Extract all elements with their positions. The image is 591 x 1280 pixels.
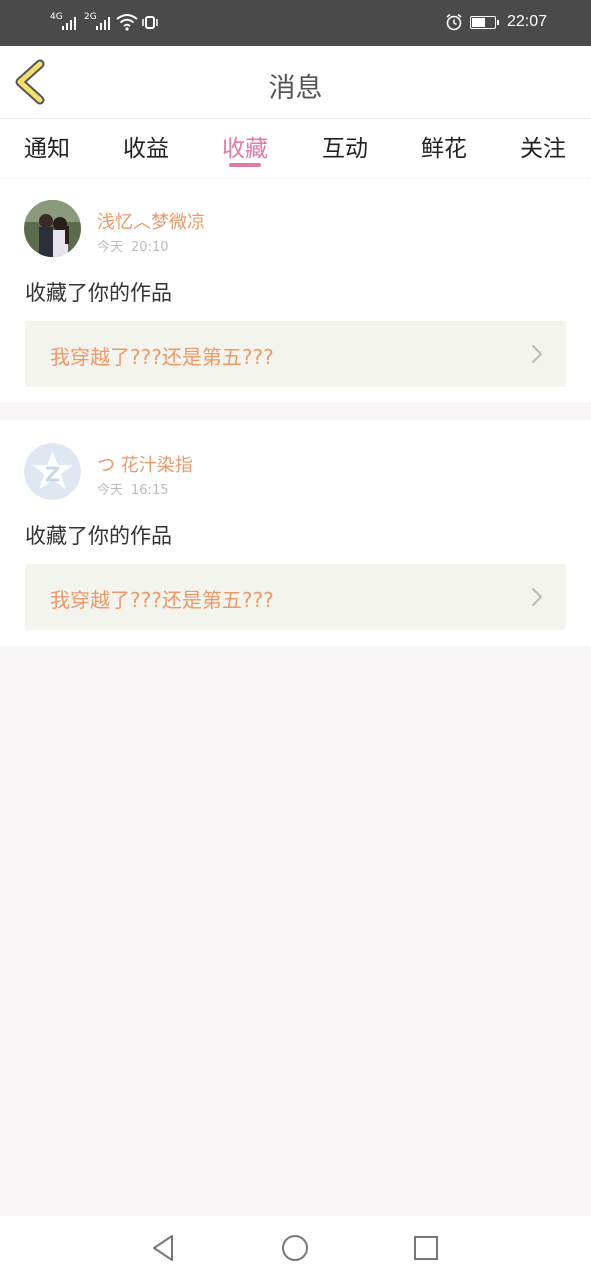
signal-type-1: 4G xyxy=(50,12,63,22)
system-nav-bar xyxy=(0,1216,591,1280)
avatar[interactable] xyxy=(24,443,81,500)
work-link[interactable]: 我穿越了???还是第五??? xyxy=(25,321,566,387)
work-title: 我穿越了???还是第五??? xyxy=(50,345,274,369)
signal-type-2: 2G xyxy=(84,12,97,22)
status-bar: 4G 2G 22:07 xyxy=(0,0,591,46)
action-text: 收藏了你的作品 xyxy=(25,281,172,305)
tab-follows[interactable]: 关注 xyxy=(503,129,583,163)
default-avatar-icon xyxy=(24,443,81,500)
tab-interactions[interactable]: 互动 xyxy=(305,129,385,163)
message-card: 浅忆︿梦微凉 今天 20:10 收藏了你的作品 我穿越了???还是第五??? xyxy=(0,178,591,402)
timestamp-time: 20:10 xyxy=(131,240,169,255)
battery-icon xyxy=(470,16,499,29)
tab-earnings[interactable]: 收益 xyxy=(106,129,186,163)
photo-avatar-icon xyxy=(24,200,81,257)
tab-bar: 通知 收益 收藏 互动 鲜花 关注 xyxy=(0,119,591,177)
app-header: 消息 xyxy=(0,46,591,119)
timestamp-date: 今天 xyxy=(97,240,124,255)
signal-1-icon xyxy=(62,14,76,30)
signal-2-icon xyxy=(96,14,110,30)
username[interactable]: つ 花汁染指 xyxy=(97,451,193,477)
timestamp-date: 今天 xyxy=(97,483,124,498)
tab-notifications[interactable]: 通知 xyxy=(7,129,87,163)
vibrate-icon xyxy=(142,16,158,29)
work-link[interactable]: 我穿越了???还是第五??? xyxy=(25,564,566,630)
wifi-icon xyxy=(116,14,138,31)
timestamp: 今天 16:15 xyxy=(97,479,168,498)
action-text: 收藏了你的作品 xyxy=(25,524,172,548)
timestamp-time: 16:15 xyxy=(131,483,169,498)
alarm-icon xyxy=(446,13,462,31)
square-recent-icon[interactable] xyxy=(410,1232,442,1264)
clock: 22:07 xyxy=(507,13,548,30)
username[interactable]: 浅忆︿梦微凉 xyxy=(97,208,205,234)
tab-flowers[interactable]: 鲜花 xyxy=(404,129,484,163)
page-title: 消息 xyxy=(268,73,323,104)
timestamp: 今天 20:10 xyxy=(97,236,168,255)
chevron-right-icon xyxy=(531,587,543,607)
chevron-right-icon xyxy=(531,344,543,364)
avatar[interactable] xyxy=(24,200,81,257)
message-card: つ 花汁染指 今天 16:15 收藏了你的作品 我穿越了???还是第五??? xyxy=(0,420,591,646)
triangle-back-icon[interactable] xyxy=(148,1232,180,1264)
circle-home-icon[interactable] xyxy=(279,1232,311,1264)
work-title: 我穿越了???还是第五??? xyxy=(50,588,274,612)
tab-favorites[interactable]: 收藏 xyxy=(205,129,285,163)
active-tab-indicator xyxy=(229,163,261,167)
